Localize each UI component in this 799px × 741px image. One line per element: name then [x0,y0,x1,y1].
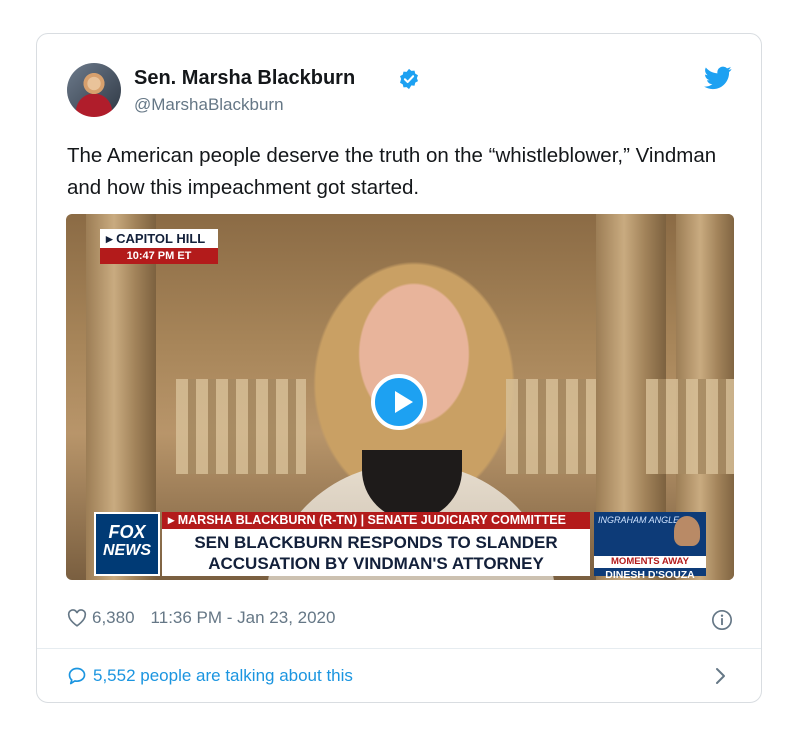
chevron-right-icon[interactable] [715,667,727,685]
fox-news-logo: FOX NEWS [94,512,160,576]
like-count[interactable]: 6,380 [92,608,135,628]
heart-icon[interactable] [67,609,87,627]
lower-third-headline: SEN BLACKBURN RESPONDS TO SLANDER ACCUSA… [162,529,590,576]
tweet-stats: 6,380 11:36 PM - Jan 23, 2020 [67,606,335,630]
conversation-link[interactable]: 5,552 people are talking about this [67,664,353,688]
promo-moments-away: MOMENTS AWAY [594,556,706,568]
background-balustrade [646,379,734,474]
tweet-text: The American people deserve the truth on… [67,144,717,199]
location-time: 10:47 PM ET [100,248,218,264]
tweet-timestamp[interactable]: 11:36 PM - Jan 23, 2020 [151,608,336,628]
location-bug: ▸ CAPITOL HILL 10:47 PM ET [100,229,218,264]
background-balustrade [176,379,306,474]
location-label: ▸ CAPITOL HILL [100,229,218,248]
promo-box: INGRAHAM ANGLE MOMENTS AWAY DINESH D'SOU… [594,512,706,580]
author-name[interactable]: Sen. Marsha Blackburn [134,67,355,90]
twitter-bird-icon[interactable] [704,66,732,90]
info-icon[interactable] [711,609,733,631]
divider [37,648,761,649]
comment-bubble-icon [68,667,86,685]
verified-badge-icon [400,68,418,90]
guest-thumbnail [674,516,700,546]
play-icon[interactable] [371,374,427,430]
embedded-tweet-card: Sen. Marsha Blackburn @MarshaBlackburn T… [36,33,762,703]
conversation-label[interactable]: 5,552 people are talking about this [93,666,353,686]
author-handle[interactable]: @MarshaBlackburn [134,95,284,115]
background-balustrade [506,379,596,474]
author-avatar[interactable] [67,63,121,117]
promo-guest-name: DINESH D'SOUZA [605,569,695,580]
video-player[interactable]: ▸ CAPITOL HILL 10:47 PM ET FOX NEWS ▸ MA… [66,214,734,580]
lower-third-label: ▸ MARSHA BLACKBURN (R-TN) | SENATE JUDIC… [162,512,590,529]
